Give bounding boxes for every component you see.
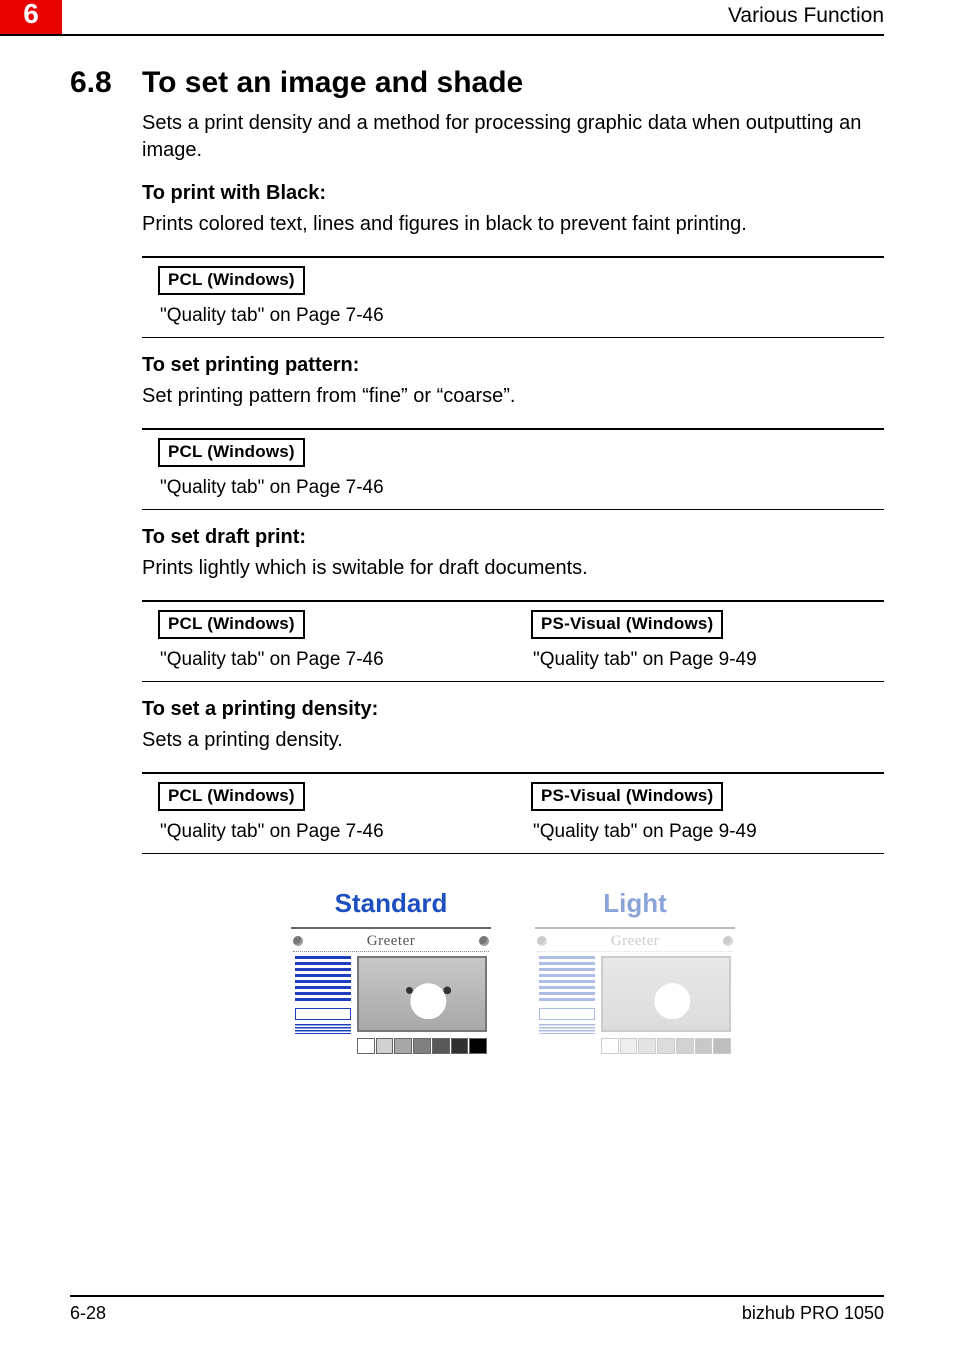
driver-ref: "Quality tab" on Page 7-46 — [160, 649, 511, 671]
button-placeholder-icon — [295, 1008, 351, 1020]
swatch — [713, 1038, 731, 1054]
divider — [142, 681, 884, 682]
swatch — [676, 1038, 694, 1054]
driver-label-pcl: PCL (Windows) — [158, 610, 305, 639]
desc-printing-density: Sets a printing density. — [142, 727, 884, 754]
dot-icon — [293, 936, 303, 946]
driver-col: PCL (Windows) "Quality tab" on Page 7-46 — [158, 266, 884, 327]
swatch — [638, 1038, 656, 1054]
subhead-print-black: To print with Black: — [142, 182, 884, 205]
figure-standard: Standard Greeter — [291, 888, 491, 1045]
page-number: 6-28 — [70, 1303, 106, 1324]
density-figure: Standard Greeter — [142, 888, 884, 1045]
driver-label-pcl: PCL (Windows) — [158, 438, 305, 467]
swatch — [657, 1038, 675, 1054]
divider — [142, 853, 884, 854]
driver-row: PCL (Windows) "Quality tab" on Page 7-46… — [158, 610, 884, 671]
swatch — [413, 1038, 431, 1054]
driver-col: PS-Visual (Windows) "Quality tab" on Pag… — [531, 610, 884, 671]
section-heading: 6.8 To set an image and shade — [70, 66, 884, 100]
driver-col: PCL (Windows) "Quality tab" on Page 7-46 — [158, 438, 884, 499]
product-name: bizhub PRO 1050 — [742, 1303, 884, 1324]
driver-label-psvisual: PS-Visual (Windows) — [531, 610, 723, 639]
swatch — [451, 1038, 469, 1054]
divider — [142, 337, 884, 338]
text-lines-icon — [539, 956, 595, 1004]
dog-photo-icon — [601, 956, 731, 1032]
swatch — [469, 1038, 487, 1054]
swatch — [376, 1038, 394, 1054]
driver-ref: "Quality tab" on Page 7-46 — [160, 821, 511, 843]
driver-ref: "Quality tab" on Page 7-46 — [160, 305, 884, 327]
swatch — [601, 1038, 619, 1054]
driver-label-pcl: PCL (Windows) — [158, 782, 305, 811]
dog-photo-icon — [357, 956, 487, 1032]
swatch — [695, 1038, 713, 1054]
desc-print-black: Prints colored text, lines and figures i… — [142, 211, 884, 238]
driver-row: PCL (Windows) "Quality tab" on Page 7-46 — [158, 266, 884, 327]
figure-brand: Greeter — [367, 933, 415, 950]
text-lines-icon — [539, 1024, 595, 1034]
section-title: To set an image and shade — [142, 66, 523, 100]
driver-ref: "Quality tab" on Page 9-49 — [533, 821, 884, 843]
swatch — [620, 1038, 638, 1054]
button-placeholder-icon — [539, 1008, 595, 1020]
swatch — [357, 1038, 375, 1054]
figure-title-light: Light — [535, 888, 735, 919]
driver-label-pcl: PCL (Windows) — [158, 266, 305, 295]
figure-brand: Greeter — [611, 933, 659, 950]
divider — [142, 256, 884, 258]
divider — [142, 772, 884, 774]
dot-icon — [723, 936, 733, 946]
page-footer: 6-28 bizhub PRO 1050 — [70, 1295, 884, 1324]
dot-icon — [479, 936, 489, 946]
text-lines-icon — [295, 1024, 351, 1034]
chapter-number-badge: 6 — [0, 0, 62, 34]
driver-row: PCL (Windows) "Quality tab" on Page 7-46 — [158, 438, 884, 499]
divider — [142, 509, 884, 510]
desc-draft-print: Prints lightly which is switable for dra… — [142, 555, 884, 582]
section-number: 6.8 — [70, 66, 142, 100]
swatch — [394, 1038, 412, 1054]
subhead-printing-density: To set a printing density: — [142, 698, 884, 721]
figure-panel: Greeter — [291, 927, 491, 1045]
figure-panel: Greeter — [535, 927, 735, 1045]
desc-printing-pattern: Set printing pattern from “fine” or “coa… — [142, 383, 884, 410]
running-header: 6 Various Function — [0, 0, 884, 36]
subhead-printing-pattern: To set printing pattern: — [142, 354, 884, 377]
driver-col: PCL (Windows) "Quality tab" on Page 7-46 — [158, 782, 511, 843]
swatch — [432, 1038, 450, 1054]
divider — [142, 600, 884, 602]
driver-row: PCL (Windows) "Quality tab" on Page 7-46… — [158, 782, 884, 843]
driver-ref: "Quality tab" on Page 9-49 — [533, 649, 884, 671]
swatch-row — [535, 1038, 735, 1054]
subhead-draft-print: To set draft print: — [142, 526, 884, 549]
swatch-row — [291, 1038, 491, 1054]
figure-title-standard: Standard — [291, 888, 491, 919]
text-lines-icon — [295, 956, 351, 1004]
driver-col: PS-Visual (Windows) "Quality tab" on Pag… — [531, 782, 884, 843]
section-intro: Sets a print density and a method for pr… — [142, 110, 884, 164]
figure-light: Light Greeter — [535, 888, 735, 1045]
dot-icon — [537, 936, 547, 946]
driver-col: PCL (Windows) "Quality tab" on Page 7-46 — [158, 610, 511, 671]
running-header-title: Various Function — [728, 4, 884, 28]
driver-ref: "Quality tab" on Page 7-46 — [160, 477, 884, 499]
driver-label-psvisual: PS-Visual (Windows) — [531, 782, 723, 811]
divider — [142, 428, 884, 430]
